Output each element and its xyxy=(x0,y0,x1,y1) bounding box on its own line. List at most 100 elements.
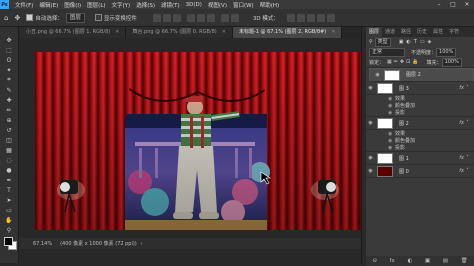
minimize-button[interactable]: – xyxy=(432,0,446,9)
tab-channels[interactable]: 通道 xyxy=(382,27,398,37)
close-tab-icon[interactable]: ✕ xyxy=(222,29,226,35)
eraser-tool-icon[interactable]: ◫ xyxy=(0,135,18,145)
more-options-icon[interactable] xyxy=(230,13,239,22)
visibility-eye-icon[interactable]: ◉ xyxy=(388,138,395,144)
status-arrow-icon[interactable]: › xyxy=(141,241,143,247)
path-select-tool-icon[interactable]: ➤ xyxy=(0,195,18,205)
effect-item[interactable]: ◉ 效果 xyxy=(366,95,474,103)
visibility-eye-icon[interactable]: ◉ xyxy=(366,168,375,174)
layer-row[interactable]: ◉ 图 2 fx ˅ xyxy=(366,117,474,130)
tab-stage[interactable]: 舞台.png @ 66.7% (图层 0, RGB/8) ✕ xyxy=(126,27,233,38)
tab-paths[interactable]: 路径 xyxy=(398,27,414,37)
zoom-tool-icon[interactable]: ⚲ xyxy=(0,225,18,235)
new-group-icon[interactable]: ▣ xyxy=(425,258,430,264)
tab-history[interactable]: 历史 xyxy=(414,27,430,37)
marquee-tool-icon[interactable]: ⬚ xyxy=(0,45,18,55)
menu-3d[interactable]: 3D(D) xyxy=(186,2,202,8)
3d-rotate-icon[interactable] xyxy=(286,13,295,22)
opacity-input[interactable]: 100% xyxy=(436,47,457,57)
menu-view[interactable]: 视图(V) xyxy=(208,1,227,9)
pen-tool-icon[interactable]: ✒ xyxy=(0,175,18,185)
align-left-icon[interactable] xyxy=(186,13,195,22)
lasso-tool-icon[interactable]: ʘ xyxy=(0,55,18,65)
align-top-icon[interactable] xyxy=(152,13,161,22)
menu-select[interactable]: 选择(S) xyxy=(136,1,155,9)
blend-mode-dropdown[interactable]: 正常 xyxy=(369,47,405,57)
move-tool-icon[interactable]: ✥ xyxy=(14,14,20,22)
close-button[interactable]: ✕ xyxy=(460,0,474,9)
hand-tool-icon[interactable]: ✋ xyxy=(0,215,18,225)
menu-file[interactable]: 文件(F) xyxy=(15,1,33,9)
layer-row[interactable]: ◉ 图层 2 xyxy=(369,68,474,82)
history-brush-tool-icon[interactable]: ↺ xyxy=(0,125,18,135)
show-transform-option[interactable]: 显示变换控件 xyxy=(94,14,137,22)
dodge-tool-icon[interactable]: ● xyxy=(0,165,18,175)
home-icon[interactable]: ⌂ xyxy=(4,14,8,22)
filter-icons[interactable]: ▣◐T▭◈ xyxy=(399,39,435,45)
add-style-icon[interactable]: fx xyxy=(390,258,395,264)
delete-layer-icon[interactable]: 🗑 xyxy=(461,258,468,264)
layer-name[interactable]: 图层 2 xyxy=(406,71,421,79)
fx-icon[interactable]: fx ˅ xyxy=(459,168,468,174)
move-tool-icon[interactable]: ✥ xyxy=(0,35,18,45)
effect-item[interactable]: ◉ 颜色叠加 xyxy=(366,102,474,110)
layer-name[interactable]: 图 1 xyxy=(399,155,409,162)
menu-edit[interactable]: 编辑(E) xyxy=(39,1,58,9)
lock-icons[interactable]: ▦✏✥⊡🔒 xyxy=(387,59,421,65)
visibility-eye-icon[interactable]: ◉ xyxy=(388,145,395,151)
layer-name[interactable]: 图 2 xyxy=(399,120,409,127)
align-middle-icon[interactable] xyxy=(162,13,171,22)
visibility-eye-icon[interactable]: ◉ xyxy=(388,103,395,109)
new-layer-icon[interactable]: ▤ xyxy=(443,258,448,264)
tab-character[interactable]: 字符 xyxy=(446,27,462,37)
effect-item[interactable]: ◉ 颜色叠加 xyxy=(366,137,474,145)
visibility-eye-icon[interactable]: ◉ xyxy=(388,131,395,137)
close-tab-icon[interactable]: ✕ xyxy=(331,29,335,35)
fx-icon[interactable]: fx ˅ xyxy=(459,85,468,91)
magic-wand-tool-icon[interactable]: ✦ xyxy=(0,65,18,75)
layer-row[interactable]: ◉ 图 0 fx ˅ xyxy=(366,165,474,178)
add-mask-icon[interactable]: ◐ xyxy=(407,258,412,264)
menu-type[interactable]: 文字(Y) xyxy=(112,1,131,9)
auto-select-checkbox[interactable] xyxy=(26,14,34,21)
shape-tool-icon[interactable]: ▭ xyxy=(0,205,18,215)
color-swatches[interactable] xyxy=(0,235,18,251)
menu-filter[interactable]: 滤镜(T) xyxy=(161,1,180,9)
kind-filter-dropdown[interactable]: 类型 xyxy=(374,37,391,47)
effect-item[interactable]: ◉ 效果 xyxy=(366,130,474,138)
3d-scale-icon[interactable] xyxy=(326,13,335,22)
fill-input[interactable]: 100% xyxy=(441,57,462,67)
blur-tool-icon[interactable]: ◌ xyxy=(0,155,18,165)
tab-untitled[interactable]: 未标题-1 @ 67.1% (图层 2, RGB/8#) ✕ xyxy=(232,27,343,38)
visibility-eye-icon[interactable]: ◉ xyxy=(366,155,375,161)
visibility-eye-icon[interactable]: ◉ xyxy=(366,85,375,91)
healing-tool-icon[interactable]: ✚ xyxy=(0,95,18,105)
visibility-eye-icon[interactable]: ◉ xyxy=(388,96,395,102)
layer-row[interactable]: ◉ 图 1 fx ˅ xyxy=(366,152,474,165)
tab-layers[interactable]: 图层 xyxy=(366,27,383,37)
foreground-color-swatch[interactable] xyxy=(4,237,13,246)
show-transform-checkbox[interactable] xyxy=(94,14,102,21)
auto-select-dropdown[interactable]: 图层 xyxy=(65,12,85,23)
visibility-eye-icon[interactable]: ◉ xyxy=(373,71,382,79)
gradient-tool-icon[interactable]: ▦ xyxy=(0,145,18,155)
zoom-level[interactable]: 67.14% xyxy=(33,241,52,247)
fx-icon[interactable]: fx ˅ xyxy=(459,155,468,161)
crop-tool-icon[interactable]: ⌗ xyxy=(0,75,18,85)
menu-help[interactable]: 帮助(H) xyxy=(260,1,279,9)
document-canvas[interactable] xyxy=(35,52,361,230)
type-tool-icon[interactable]: T xyxy=(0,185,18,195)
3d-roll-icon[interactable] xyxy=(296,13,305,22)
effect-item[interactable]: ◉ 投影 xyxy=(366,144,474,152)
align-right-icon[interactable] xyxy=(206,13,215,22)
3d-slide-icon[interactable] xyxy=(316,13,325,22)
close-tab-icon[interactable]: ✕ xyxy=(115,29,119,35)
stamp-tool-icon[interactable]: ⊕ xyxy=(0,115,18,125)
brush-tool-icon[interactable]: ✏ xyxy=(0,105,18,115)
maximize-button[interactable]: □ xyxy=(446,0,460,9)
layer-name[interactable]: 图 3 xyxy=(399,85,409,92)
menu-layer[interactable]: 图层(L) xyxy=(87,1,105,9)
effect-item[interactable]: ◉ 投影 xyxy=(366,109,474,117)
auto-select-option[interactable]: 自动选择： 图层 xyxy=(26,12,85,23)
distribute-icon[interactable] xyxy=(220,13,229,22)
